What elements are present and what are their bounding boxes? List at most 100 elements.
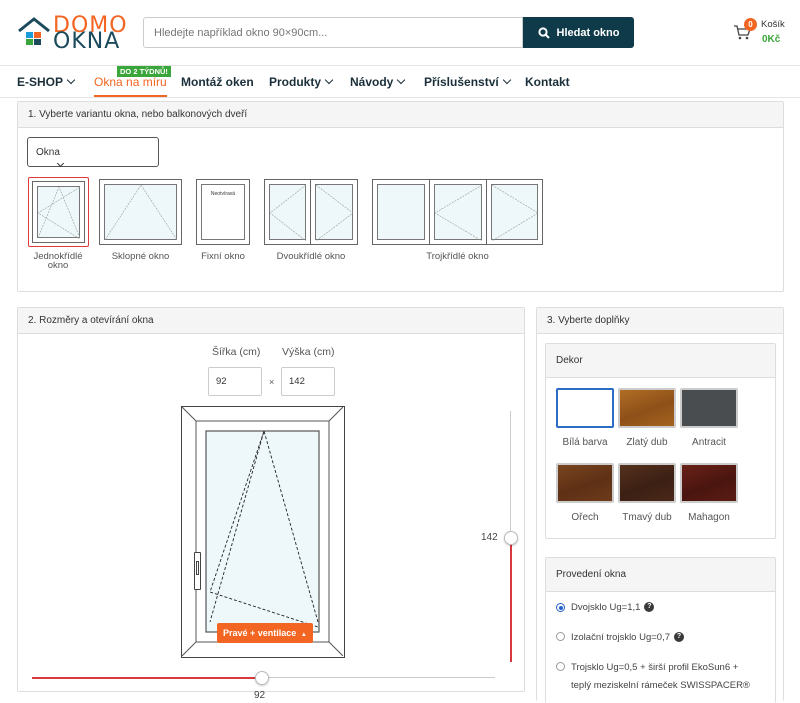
nav-label: Kontakt (525, 75, 570, 89)
height-label: Výška (cm) (282, 346, 335, 358)
window-handle-icon (194, 552, 201, 590)
decor-swatch-antracit[interactable] (680, 388, 738, 428)
opening-lines (492, 185, 539, 241)
opening-lines (270, 185, 307, 241)
decor-swatch-mahagon[interactable] (680, 463, 738, 503)
width-slider-value: 92 (254, 690, 266, 701)
height-slider-fill (510, 538, 512, 662)
variant-label: Fixní okno (201, 251, 245, 262)
window-thumbnail (372, 179, 430, 245)
decor-swatch-orech[interactable] (556, 463, 614, 503)
variant-fixed[interactable]: Neotvíravá (196, 179, 250, 245)
variant-single-sash[interactable] (28, 177, 89, 247)
opening-type-label: Pravé + ventilace (223, 628, 297, 638)
glazing-option[interactable]: Dvojsklo Ug=1,1? (571, 599, 655, 617)
step3-panel: 3. Vyberte doplňky Dekor Bílá barva Zlat… (536, 307, 784, 703)
width-label: Šířka (cm) (212, 346, 261, 358)
window-thumbnail (429, 179, 487, 245)
glazing-option[interactable]: Trojsklo Ug=0,5 + širší profil EkoSun6 +… (571, 659, 750, 695)
decor-title: Dekor (546, 344, 775, 378)
step1-panel: 1. Vyberte variantu okna, nebo balkonový… (17, 101, 784, 292)
logo[interactable]: DOMO OKNA (17, 15, 132, 54)
frame-corners (182, 407, 343, 656)
variant-label: Dvoukřídlé okno (276, 251, 346, 262)
chevron-down-icon (324, 75, 334, 85)
window-thumbnail (99, 179, 182, 245)
window-thumbnail (486, 179, 543, 245)
nav-badge: DO 2 TÝDNŮ! (117, 66, 171, 77)
glazing-option-label: Izolační trojsklo Ug=0,7 (571, 632, 671, 643)
main-nav: E-SHOP Okna na míru DO 2 TÝDNŮ! Montáž o… (0, 66, 800, 98)
width-slider-thumb[interactable] (255, 671, 269, 685)
variant-select[interactable]: Okna (27, 137, 159, 168)
glazing-radio-ekosun[interactable] (556, 662, 565, 671)
chevron-down-icon (502, 75, 511, 85)
window-thumbnail (32, 181, 85, 243)
house-logo-icon (18, 17, 50, 45)
nav-item-eshop[interactable]: E-SHOP (17, 75, 76, 89)
nav-item-produkty[interactable]: Produkty (269, 75, 334, 89)
logo-text-bottom: OKNA (53, 29, 121, 54)
search-button-label: Hledat okno (556, 26, 620, 39)
cart-count-badge: 0 (744, 18, 757, 31)
opening-lines (316, 185, 354, 241)
step2-title: 2. Rozměry a otevírání okna (18, 308, 524, 334)
decor-panel: Dekor Bílá barva Zlatý dub Antracit Ořec… (545, 343, 776, 539)
glazing-option[interactable]: Izolační trojsklo Ug=0,7? (571, 629, 685, 647)
cart[interactable]: 0 Košík 0Kč (733, 17, 793, 49)
variant-triple-sash[interactable] (372, 179, 543, 245)
nav-label: Okna na míru (94, 75, 167, 89)
opening-lines (38, 187, 81, 239)
window-thumbnail (264, 179, 311, 245)
step1-title: 1. Vyberte variantu okna, nebo balkonový… (18, 102, 783, 128)
glazing-option-label-2: teplý meziskelní rámeček SWISSPACER® (571, 680, 750, 691)
help-icon[interactable]: ? (674, 632, 685, 643)
nav-item-prislusenstvi[interactable]: Příslušenství (424, 75, 511, 89)
caret-up-icon: ▲ (300, 632, 307, 638)
nav-item-montaz[interactable]: Montáž oken (181, 75, 254, 89)
decor-label: Bílá barva (562, 437, 608, 448)
height-slider-track[interactable] (510, 411, 511, 538)
nav-label: Produkty (269, 75, 322, 89)
opening-type-button[interactable]: Pravé + ventilace ▲ (217, 623, 313, 643)
nav-label: Příslušenství (424, 75, 499, 89)
variant-label: Trojkřídlé okno (426, 251, 489, 262)
opening-lines (435, 185, 483, 241)
glazing-radio-trojsklo[interactable] (556, 632, 565, 641)
decor-swatch-bila[interactable] (556, 388, 614, 428)
window-thumbnail (310, 179, 358, 245)
step2-panel: 2. Rozměry a otevírání okna Šířka (cm) V… (17, 307, 525, 692)
height-slider-thumb[interactable] (504, 531, 518, 545)
window-preview (181, 406, 345, 658)
height-input[interactable] (281, 367, 335, 396)
nav-item-okna-na-miru[interactable]: Okna na míru (94, 75, 167, 97)
cart-total: 0Kč (762, 34, 781, 45)
help-icon[interactable]: ? (644, 602, 655, 613)
variant-label: Sklopné okno (111, 251, 170, 262)
decor-swatch-tmavy-dub[interactable] (618, 463, 676, 503)
search-button[interactable]: Hledat okno (523, 17, 634, 48)
cart-label: Košík (761, 19, 785, 30)
glazing-title: Provedení okna (546, 558, 775, 592)
variant-label: Jednokřídlé okno (33, 251, 83, 271)
variant-tilt[interactable] (99, 179, 182, 245)
width-input[interactable] (208, 367, 262, 396)
nav-item-kontakt[interactable]: Kontakt (525, 75, 570, 89)
nav-label: E-SHOP (17, 75, 64, 89)
decor-label: Ořech (571, 512, 599, 523)
decor-label: Mahagon (688, 512, 730, 523)
decor-label: Zlatý dub (626, 437, 668, 448)
step3-title: 3. Vyberte doplňky (537, 308, 783, 334)
glazing-option-label: Dvojsklo Ug=1,1 (571, 602, 641, 613)
glazing-panel: Provedení okna Dvojsklo Ug=1,1? Izolační… (545, 557, 776, 703)
nav-item-navody[interactable]: Návody (350, 75, 406, 89)
search-icon (537, 26, 550, 39)
decor-swatch-zlaty-dub[interactable] (618, 388, 676, 428)
search-input[interactable] (143, 17, 523, 48)
nav-label: Montáž oken (181, 75, 254, 89)
variant-double-sash[interactable] (264, 179, 358, 245)
handle-grip (196, 561, 199, 575)
window-thumbnail: Neotvíravá (196, 179, 250, 245)
width-slider-track[interactable] (262, 677, 495, 678)
glazing-radio-dvojsklo[interactable] (556, 603, 565, 612)
